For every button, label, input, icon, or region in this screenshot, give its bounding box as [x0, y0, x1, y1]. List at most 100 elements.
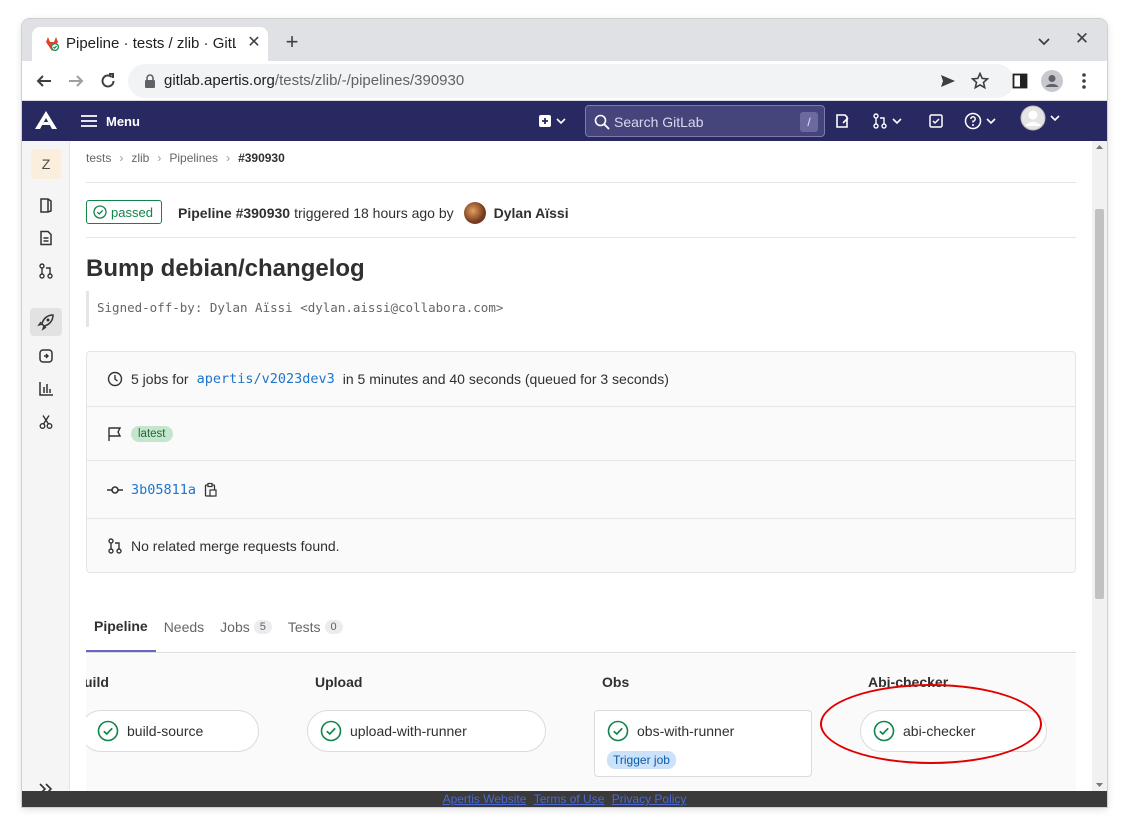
breadcrumb-item-current[interactable]: #390930 — [238, 151, 285, 165]
jobs-count-text: 5 jobs for — [131, 371, 189, 387]
help-button[interactable] — [964, 111, 998, 131]
copy-clipboard-icon[interactable] — [204, 482, 218, 498]
no-merge-requests-text: No related merge requests found. — [131, 537, 340, 554]
job-name: upload-with-runner — [350, 723, 467, 739]
jobs-summary-row: 5 jobs for apertis/v2023dev3 in 5 minute… — [87, 352, 1075, 407]
new-tab-icon[interactable]: + — [280, 31, 304, 55]
forward-icon[interactable] — [64, 69, 88, 93]
more-menu-icon[interactable] — [1072, 69, 1096, 93]
chevron-down-icon[interactable] — [1034, 31, 1054, 51]
merge-requests-icon[interactable] — [34, 259, 58, 283]
breadcrumb: tests › zlib › Pipelines › #390930 — [86, 151, 285, 165]
page-scrollbar[interactable] — [1092, 141, 1107, 791]
trigger-job-badge: Trigger job — [607, 751, 676, 769]
profile-icon[interactable] — [1040, 69, 1064, 93]
project-overview-icon[interactable] — [34, 193, 58, 217]
flag-icon — [108, 426, 122, 441]
badges-row: latest — [87, 407, 1075, 461]
snippets-scissors-icon[interactable] — [34, 410, 58, 434]
send-icon[interactable] — [936, 69, 960, 93]
tab-label: Tests — [287, 618, 321, 635]
footer-link-terms[interactable]: Terms of Use — [534, 792, 605, 806]
footer-link-website[interactable]: Apertis Website — [443, 792, 527, 806]
duration-text: in 5 minutes and 40 seconds (queued for … — [342, 371, 669, 387]
todo-icon[interactable] — [928, 111, 944, 131]
page-footer: Apertis Website Terms of Use Privacy Pol… — [22, 791, 1107, 807]
gitlab-favicon-icon — [46, 37, 60, 52]
chevron-down-icon — [1050, 115, 1060, 122]
job-obs-with-runner[interactable]: obs-with-runner Trigger job — [594, 710, 812, 777]
pipeline-id: Pipeline #390930 — [178, 205, 291, 221]
jobs-count-badge: 5 — [253, 619, 272, 634]
pipeline-graph: uild build-source Upload upload-with-run… — [86, 654, 1076, 807]
commit-sha-link[interactable]: 3b05811a — [131, 482, 196, 498]
tab-label: Pipeline — [94, 617, 148, 634]
main-content: tests › zlib › Pipelines › #390930 passe… — [86, 141, 1076, 807]
footer-link-privacy[interactable]: Privacy Policy — [612, 792, 687, 806]
scroll-down-arrow-icon[interactable] — [1095, 781, 1104, 789]
job-upload-with-runner[interactable]: upload-with-runner — [307, 710, 546, 752]
browser-tab[interactable]: Pipeline · tests / zlib · GitLab ✕ — [32, 27, 268, 61]
stage-title-abi-checker: Abi-checker — [868, 674, 949, 690]
create-new-button[interactable] — [538, 111, 568, 131]
help-icon — [964, 112, 982, 130]
breadcrumb-item-zlib[interactable]: zlib — [131, 151, 149, 165]
browser-toolbar: gitlab.apertis.org/tests/zlib/-/pipeline… — [22, 61, 1107, 101]
status-label: passed — [111, 204, 153, 220]
check-circle-icon — [97, 720, 119, 742]
job-name: obs-with-runner — [637, 723, 735, 739]
menu-label: Menu — [106, 113, 140, 129]
latest-badge: latest — [131, 425, 173, 442]
breadcrumb-separator: › — [157, 151, 162, 165]
plus-square-icon — [539, 115, 551, 127]
apertis-logo-icon[interactable] — [34, 109, 58, 133]
breadcrumb-item-pipelines[interactable]: Pipelines — [169, 151, 218, 165]
merge-requests-button[interactable] — [872, 111, 904, 131]
breadcrumb-separator: › — [226, 151, 231, 165]
tab-pipeline[interactable]: Pipeline — [86, 601, 156, 652]
status-badge[interactable]: passed — [86, 200, 162, 224]
scroll-up-arrow-icon[interactable] — [1095, 143, 1104, 151]
menu-button[interactable]: Menu — [80, 109, 140, 133]
check-circle-icon — [320, 720, 342, 742]
project-avatar[interactable]: Z — [31, 149, 61, 179]
commit-title: Bump debian/changelog — [86, 255, 365, 282]
deployments-icon[interactable] — [34, 344, 58, 368]
user-avatar[interactable] — [463, 202, 486, 224]
scrollbar-thumb[interactable] — [1095, 209, 1104, 599]
chevron-down-icon — [556, 118, 566, 125]
gitlab-header: Menu Search GitLab / — [22, 101, 1107, 141]
user-name-link[interactable]: Dylan Aïssi — [494, 205, 569, 221]
job-header: obs-with-runner — [607, 720, 734, 742]
address-bar[interactable]: gitlab.apertis.org/tests/zlib/-/pipeline… — [128, 64, 1014, 98]
commit-description: Signed-off-by: Dylan Aïssi <dylan.aissi@… — [86, 291, 1076, 327]
close-tab-icon[interactable]: ✕ — [244, 33, 264, 53]
user-menu-button[interactable] — [1020, 105, 1062, 131]
side-panel-icon[interactable] — [1008, 69, 1032, 93]
tab-strip: Pipeline · tests / zlib · GitLab ✕ + ✕ — [22, 19, 1107, 61]
back-icon[interactable] — [32, 69, 56, 93]
tab-tests[interactable]: Tests 0 — [280, 601, 351, 652]
tab-jobs[interactable]: Jobs 5 — [212, 601, 280, 652]
issues-icon[interactable] — [834, 111, 850, 131]
search-shortcut-key: / — [800, 112, 818, 132]
browser-window: Pipeline · tests / zlib · GitLab ✕ + ✕ g… — [22, 19, 1107, 807]
breadcrumb-item-tests[interactable]: tests — [86, 151, 111, 165]
commit-row: 3b05811a — [87, 461, 1075, 519]
reload-icon[interactable] — [96, 69, 120, 93]
branch-link[interactable]: apertis/v2023dev3 — [197, 371, 335, 387]
pipeline-header-info: Pipeline #390930 triggered 18 hours ago … — [178, 202, 569, 224]
stage-title-build: uild — [86, 674, 109, 690]
job-build-source[interactable]: build-source — [86, 710, 259, 752]
search-icon — [594, 114, 610, 130]
bookmark-star-icon[interactable] — [968, 69, 992, 93]
close-window-icon[interactable]: ✕ — [1072, 29, 1092, 49]
analytics-icon[interactable] — [34, 377, 58, 401]
repository-icon[interactable] — [34, 226, 58, 250]
search-input[interactable]: Search GitLab / — [585, 105, 825, 137]
check-circle-icon — [873, 720, 895, 742]
job-abi-checker[interactable]: abi-checker — [860, 710, 1047, 752]
tab-needs[interactable]: Needs — [156, 601, 212, 652]
avatar-icon — [1020, 105, 1046, 131]
ci-cd-rocket-icon[interactable] — [30, 308, 62, 336]
